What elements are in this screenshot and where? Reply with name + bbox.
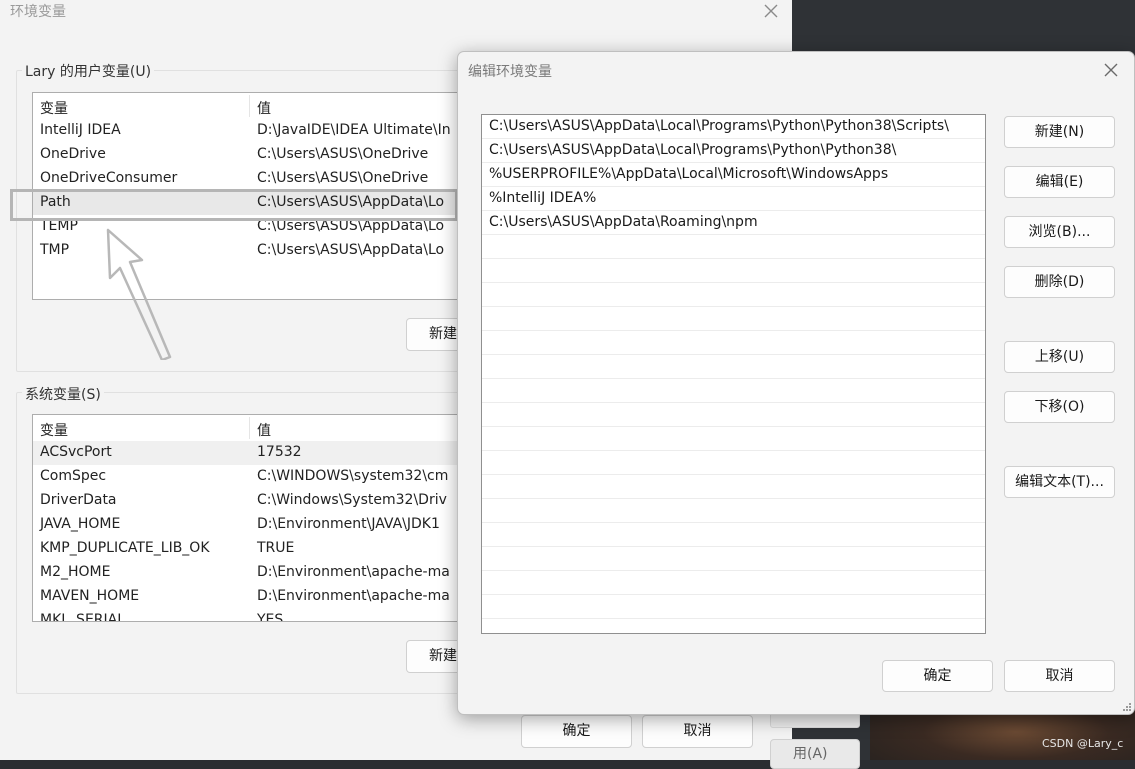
empty-list-item[interactable] [482, 283, 985, 307]
var-name: MKL_SERIAL [40, 612, 126, 622]
empty-list-item[interactable] [482, 475, 985, 499]
move-up-button[interactable]: 上移(U) [1004, 341, 1115, 373]
empty-list-item[interactable] [482, 595, 985, 619]
new-button[interactable]: 新建(N) [1004, 116, 1115, 148]
close-icon[interactable] [1101, 60, 1121, 80]
path-entries-list[interactable]: C:\Users\ASUS\AppData\Local\Programs\Pyt… [481, 114, 986, 634]
edit-text-button[interactable]: 编辑文本(T)... [1004, 466, 1115, 498]
var-value: D:\Environment\apache-ma [257, 588, 450, 604]
ok-button[interactable]: 确定 [521, 715, 632, 748]
list-item[interactable]: C:\Users\ASUS\AppData\Roaming\npm [482, 211, 985, 235]
var-name: OneDriveConsumer [40, 170, 178, 186]
ok-button[interactable]: 确定 [882, 660, 993, 692]
system-variables-list[interactable]: 变量 值 ACSvcPort 17532 ComSpec C:\WINDOWS\… [32, 414, 474, 622]
var-value: C:\Users\ASUS\AppData\Lo [257, 242, 445, 258]
table-row[interactable]: OneDriveConsumer C:\Users\ASUS\OneDrive [33, 167, 473, 191]
var-value: D:\Environment\apache-ma [257, 564, 450, 580]
close-icon[interactable] [761, 1, 781, 21]
column-header-value[interactable]: 值 [257, 98, 271, 118]
var-value: YES [257, 612, 284, 622]
var-value: D:\Environment\JAVA\JDK1 [257, 516, 440, 532]
var-value: D:\JavaIDE\IDEA Ultimate\In [257, 122, 451, 138]
var-value: 17532 [257, 444, 302, 460]
table-row[interactable]: M2_HOME D:\Environment\apache-ma [33, 561, 473, 585]
var-value: C:\Users\ASUS\OneDrive [257, 146, 429, 162]
empty-list-item[interactable] [482, 523, 985, 547]
var-name: ComSpec [40, 468, 107, 484]
empty-list-item[interactable] [482, 403, 985, 427]
empty-list-item[interactable] [482, 451, 985, 475]
empty-list-item[interactable] [482, 235, 985, 259]
system-variables-legend: 系统变量(S) [22, 384, 104, 404]
var-name: MAVEN_HOME [40, 588, 140, 604]
user-variables-legend: Lary 的用户变量(U) [22, 61, 155, 81]
cancel-button[interactable]: 取消 [1004, 660, 1115, 692]
path-row-highlight [10, 189, 458, 221]
column-header-name[interactable]: 变量 [40, 420, 68, 440]
var-value: C:\WINDOWS\system32\cm [257, 468, 449, 484]
list-item[interactable]: C:\Users\ASUS\AppData\Local\Programs\Pyt… [482, 139, 985, 163]
edit-button[interactable]: 编辑(E) [1004, 166, 1115, 198]
list-item[interactable]: C:\Users\ASUS\AppData\Local\Programs\Pyt… [482, 115, 985, 139]
empty-list-item[interactable] [482, 307, 985, 331]
list-header: 变量 值 [33, 93, 473, 119]
table-row[interactable]: MKL_SERIAL YES [33, 609, 473, 622]
table-row[interactable]: ComSpec C:\WINDOWS\system32\cm [33, 465, 473, 489]
column-header-value[interactable]: 值 [257, 420, 271, 440]
watermark: CSDN @Lary_c [1042, 737, 1124, 750]
empty-list-item[interactable] [482, 355, 985, 379]
table-row[interactable]: JAVA_HOME D:\Environment\JAVA\JDK1 [33, 513, 473, 537]
table-row[interactable]: TMP C:\Users\ASUS\AppData\Lo [33, 239, 473, 263]
var-value: TRUE [257, 540, 295, 556]
table-row[interactable]: KMP_DUPLICATE_LIB_OK TRUE [33, 537, 473, 561]
empty-list-item[interactable] [482, 571, 985, 595]
empty-list-item[interactable] [482, 619, 985, 633]
var-name: M2_HOME [40, 564, 111, 580]
var-name: TMP [40, 242, 70, 258]
list-item[interactable]: %USERPROFILE%\AppData\Local\Microsoft\Wi… [482, 163, 985, 187]
list-item[interactable]: %IntelliJ IDEA% [482, 187, 985, 211]
var-value: C:\Users\ASUS\OneDrive [257, 170, 429, 186]
annotation-arrow-icon [106, 228, 172, 360]
var-name: DriverData [40, 492, 117, 508]
table-row[interactable]: DriverData C:\Windows\System32\Driv [33, 489, 473, 513]
var-name: OneDrive [40, 146, 106, 162]
dialog-title: 编辑环境变量 [468, 64, 552, 80]
var-value: C:\Windows\System32\Driv [257, 492, 447, 508]
empty-list-item[interactable] [482, 427, 985, 451]
empty-list-item[interactable] [482, 499, 985, 523]
var-name: IntelliJ IDEA [40, 122, 121, 138]
var-name: JAVA_HOME [40, 516, 121, 532]
apply-button[interactable]: 用(A) [770, 739, 860, 769]
table-row[interactable]: ACSvcPort 17532 [33, 441, 473, 465]
list-header: 变量 值 [33, 415, 473, 441]
table-row[interactable]: IntelliJ IDEA D:\JavaIDE\IDEA Ultimate\I… [33, 119, 473, 143]
resize-grip-icon[interactable] [1122, 702, 1132, 712]
move-down-button[interactable]: 下移(O) [1004, 391, 1115, 423]
empty-list-item[interactable] [482, 331, 985, 355]
delete-button[interactable]: 删除(D) [1004, 266, 1115, 298]
column-header-name[interactable]: 变量 [40, 98, 68, 118]
table-row[interactable]: OneDrive C:\Users\ASUS\OneDrive [33, 143, 473, 167]
edit-environment-variable-dialog: 编辑环境变量 C:\Users\ASUS\AppData\Local\Progr… [457, 51, 1135, 715]
window-title: 环境变量 [10, 4, 66, 20]
table-row[interactable]: MAVEN_HOME D:\Environment\apache-ma [33, 585, 473, 609]
empty-list-item[interactable] [482, 379, 985, 403]
empty-list-item[interactable] [482, 259, 985, 283]
var-name: ACSvcPort [40, 444, 112, 460]
empty-list-item[interactable] [482, 547, 985, 571]
var-name: KMP_DUPLICATE_LIB_OK [40, 540, 210, 556]
cancel-button[interactable]: 取消 [642, 715, 753, 748]
browse-button[interactable]: 浏览(B)... [1004, 216, 1115, 248]
